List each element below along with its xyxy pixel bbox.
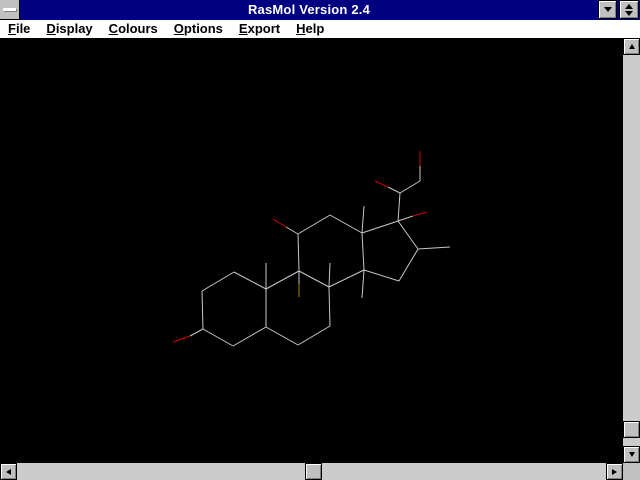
- vertical-scroll-thumb[interactable]: [623, 421, 640, 438]
- window-title: RasMol Version 2.4: [20, 2, 598, 17]
- scroll-left-button[interactable]: [0, 463, 17, 480]
- menu-export[interactable]: Export: [231, 20, 288, 38]
- scroll-up-button[interactable]: [623, 38, 640, 55]
- vertical-scrollbar[interactable]: [623, 38, 640, 463]
- scroll-up-icon: [629, 44, 635, 49]
- menu-display[interactable]: Display: [38, 20, 100, 38]
- minimize-icon: [604, 7, 612, 12]
- scroll-left-icon: [6, 469, 11, 475]
- horizontal-scrollbar[interactable]: [0, 463, 623, 480]
- scroll-right-icon: [612, 469, 617, 475]
- molecule-wireframe: [0, 38, 623, 463]
- molecule-canvas[interactable]: [0, 38, 623, 463]
- menu-help[interactable]: Help: [288, 20, 332, 38]
- menu-options[interactable]: Options: [166, 20, 231, 38]
- control-menu-button[interactable]: [0, 0, 20, 20]
- restore-down-icon: [625, 11, 633, 16]
- horizontal-scroll-thumb[interactable]: [305, 463, 322, 480]
- control-menu-icon: [3, 8, 16, 11]
- restore-button[interactable]: [619, 0, 639, 19]
- title-bar[interactable]: RasMol Version 2.4: [0, 0, 640, 20]
- menu-colours[interactable]: Colours: [101, 20, 166, 38]
- menu-file[interactable]: File: [0, 20, 38, 38]
- minimize-button[interactable]: [598, 0, 617, 19]
- scroll-down-icon: [629, 452, 635, 457]
- scroll-right-button[interactable]: [606, 463, 623, 480]
- restore-up-icon: [625, 4, 633, 9]
- menu-bar: File Display Colours Options Export Help: [0, 20, 640, 38]
- scroll-down-button[interactable]: [623, 446, 640, 463]
- scrollbar-corner: [623, 463, 640, 480]
